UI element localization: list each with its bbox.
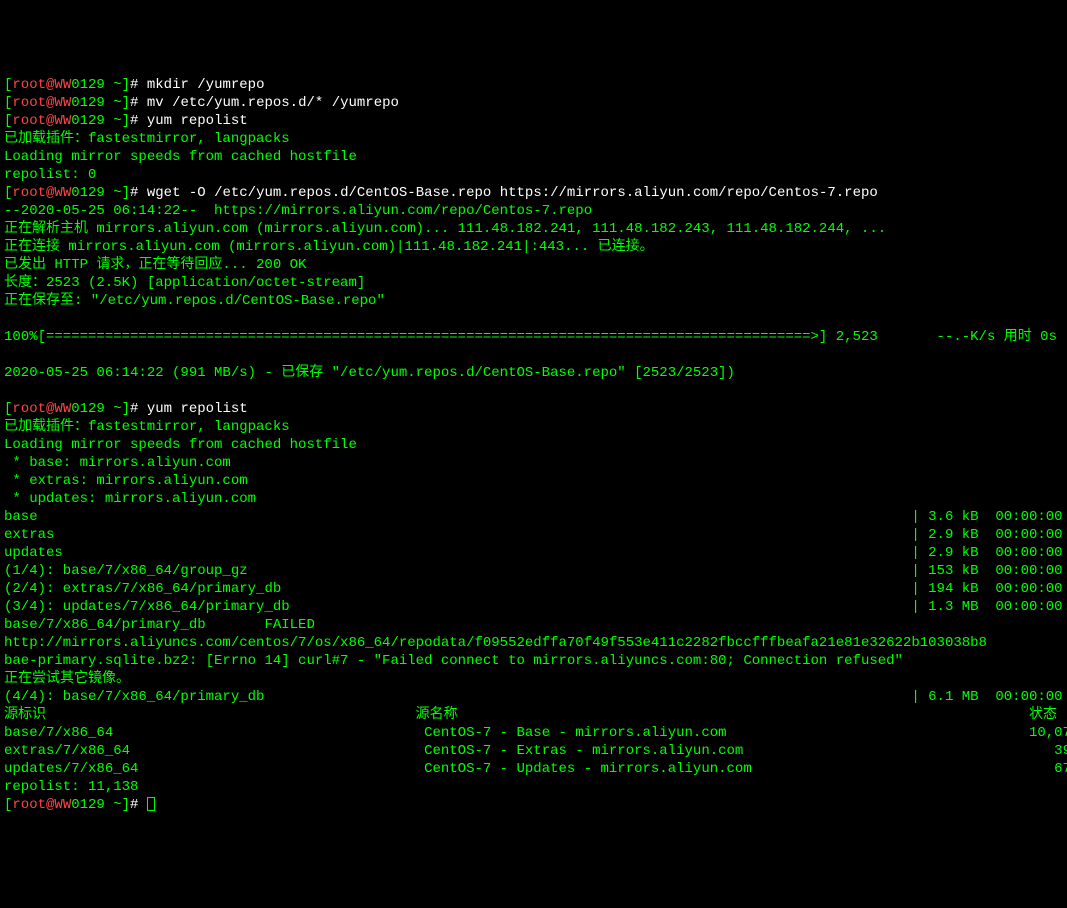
prompt-hash: # — [130, 113, 147, 129]
prompt-host: 0129 — [71, 113, 113, 129]
prompt-tilde: ~ — [113, 95, 121, 111]
cmd-mv: [root@WW0129 ~]# mv /etc/yum.repos.d/* /… — [4, 94, 1063, 112]
cmd-wget: [root@WW0129 ~]# wget -O /etc/yum.repos.… — [4, 184, 1063, 202]
repo-row-updates: updates/7/x86_64 CentOS-7 - Updates - mi… — [4, 760, 1063, 778]
repolist-total: repolist: 11,138 — [4, 778, 1063, 796]
download-4: (4/4): base/7/x86_64/primary_db | 6.1 MB… — [4, 688, 1063, 706]
cmd-wget-text[interactable]: wget -O /etc/yum.repos.d/CentOS-Base.rep… — [147, 185, 878, 201]
prompt-close: ] — [122, 401, 130, 417]
prompt-host: 0129 — [71, 401, 113, 417]
blank-line — [4, 310, 1063, 328]
prompt-close: ] — [122, 185, 130, 201]
prompt-tilde: ~ — [113, 77, 121, 93]
cmd-repolist-2-text[interactable]: yum repolist — [147, 401, 248, 417]
blank-line-2 — [4, 346, 1063, 364]
mirror-updates: * updates: mirrors.aliyun.com — [4, 490, 1063, 508]
download-2: (2/4): extras/7/x86_64/primary_db | 194 … — [4, 580, 1063, 598]
prompt-current: [root@WW0129 ~]# — [4, 796, 1063, 814]
prompt-user: root@WW — [12, 185, 71, 201]
prompt-hash: # — [130, 797, 147, 813]
repo-updates-size: updates | 2.9 kB 00:00:00 — [4, 544, 1063, 562]
output-repolist-zero: repolist: 0 — [4, 166, 1063, 184]
prompt-hash: # — [130, 185, 147, 201]
cmd-mkdir-text[interactable]: mkdir /yumrepo — [147, 77, 265, 93]
cmd-mkdir: [root@WW0129 ~]# mkdir /yumrepo — [4, 76, 1063, 94]
prompt-tilde: ~ — [113, 113, 121, 129]
prompt-hash: # — [130, 77, 147, 93]
repo-row-base: base/7/x86_64 CentOS-7 - Base - mirrors.… — [4, 724, 1063, 742]
prompt-hash: # — [130, 95, 147, 111]
repo-row-extras: extras/7/x86_64 CentOS-7 - Extras - mirr… — [4, 742, 1063, 760]
error-message: bae-primary.sqlite.bz2: [Errno 14] curl#… — [4, 652, 1063, 670]
wget-length: 长度：2523 (2.5K) [application/octet-stream… — [4, 274, 1063, 292]
wget-resolving: 正在解析主机 mirrors.aliyun.com (mirrors.aliyu… — [4, 220, 1063, 238]
prompt-tilde: ~ — [113, 797, 121, 813]
wget-saving: 正在保存至: "/etc/yum.repos.d/CentOS-Base.rep… — [4, 292, 1063, 310]
cmd-repolist-1: [root@WW0129 ~]# yum repolist — [4, 112, 1063, 130]
cmd-repolist-2: [root@WW0129 ~]# yum repolist — [4, 400, 1063, 418]
output-loading-1: Loading mirror speeds from cached hostfi… — [4, 148, 1063, 166]
mirror-extras: * extras: mirrors.aliyun.com — [4, 472, 1063, 490]
prompt-close: ] — [122, 797, 130, 813]
trying-other-mirror: 正在尝试其它镜像。 — [4, 670, 1063, 688]
prompt-user: root@WW — [12, 401, 71, 417]
prompt-user: root@WW — [12, 797, 71, 813]
download-1: (1/4): base/7/x86_64/group_gz | 153 kB 0… — [4, 562, 1063, 580]
mirror-base: * base: mirrors.aliyun.com — [4, 454, 1063, 472]
prompt-user: root@WW — [12, 77, 71, 93]
blank-line-3 — [4, 382, 1063, 400]
cursor[interactable] — [147, 797, 155, 811]
output-plugins-1: 已加载插件：fastestmirror, langpacks — [4, 130, 1063, 148]
prompt-user: root@WW — [12, 95, 71, 111]
prompt-host: 0129 — [71, 77, 113, 93]
download-failed: base/7/x86_64/primary_db FAILED — [4, 616, 1063, 634]
wget-saved: 2020-05-25 06:14:22 (991 MB/s) - 已保存 "/e… — [4, 364, 1063, 382]
prompt-hash: # — [130, 401, 147, 417]
prompt-host: 0129 — [71, 95, 113, 111]
output-plugins-2: 已加载插件：fastestmirror, langpacks — [4, 418, 1063, 436]
wget-progress: 100%[===================================… — [4, 328, 1063, 346]
prompt-close: ] — [122, 77, 130, 93]
repo-base-size: base | 3.6 kB 00:00:00 — [4, 508, 1063, 526]
terminal-output: [root@WW0129 ~]# mkdir /yumrepo[root@WW0… — [4, 76, 1063, 814]
prompt-host: 0129 — [71, 185, 113, 201]
wget-connecting: 正在连接 mirrors.aliyun.com (mirrors.aliyun.… — [4, 238, 1063, 256]
download-3: (3/4): updates/7/x86_64/primary_db | 1.3… — [4, 598, 1063, 616]
prompt-close: ] — [122, 95, 130, 111]
repo-extras-size: extras | 2.9 kB 00:00:00 — [4, 526, 1063, 544]
wget-http-request: 已发出 HTTP 请求，正在等待回应... 200 OK — [4, 256, 1063, 274]
prompt-open: [ — [4, 797, 12, 813]
prompt-tilde: ~ — [113, 185, 121, 201]
prompt-host: 0129 — [71, 797, 113, 813]
repo-header: 源标识 源名称 状态 — [4, 706, 1063, 724]
output-loading-2: Loading mirror speeds from cached hostfi… — [4, 436, 1063, 454]
cmd-mv-text[interactable]: mv /etc/yum.repos.d/* /yumrepo — [147, 95, 399, 111]
prompt-user: root@WW — [12, 113, 71, 129]
prompt-tilde: ~ — [113, 401, 121, 417]
prompt-close: ] — [122, 113, 130, 129]
error-url: http://mirrors.aliyuncs.com/centos/7/os/… — [4, 634, 1063, 652]
wget-timestamp: --2020-05-25 06:14:22-- https://mirrors.… — [4, 202, 1063, 220]
cmd-repolist-1-text[interactable]: yum repolist — [147, 113, 248, 129]
